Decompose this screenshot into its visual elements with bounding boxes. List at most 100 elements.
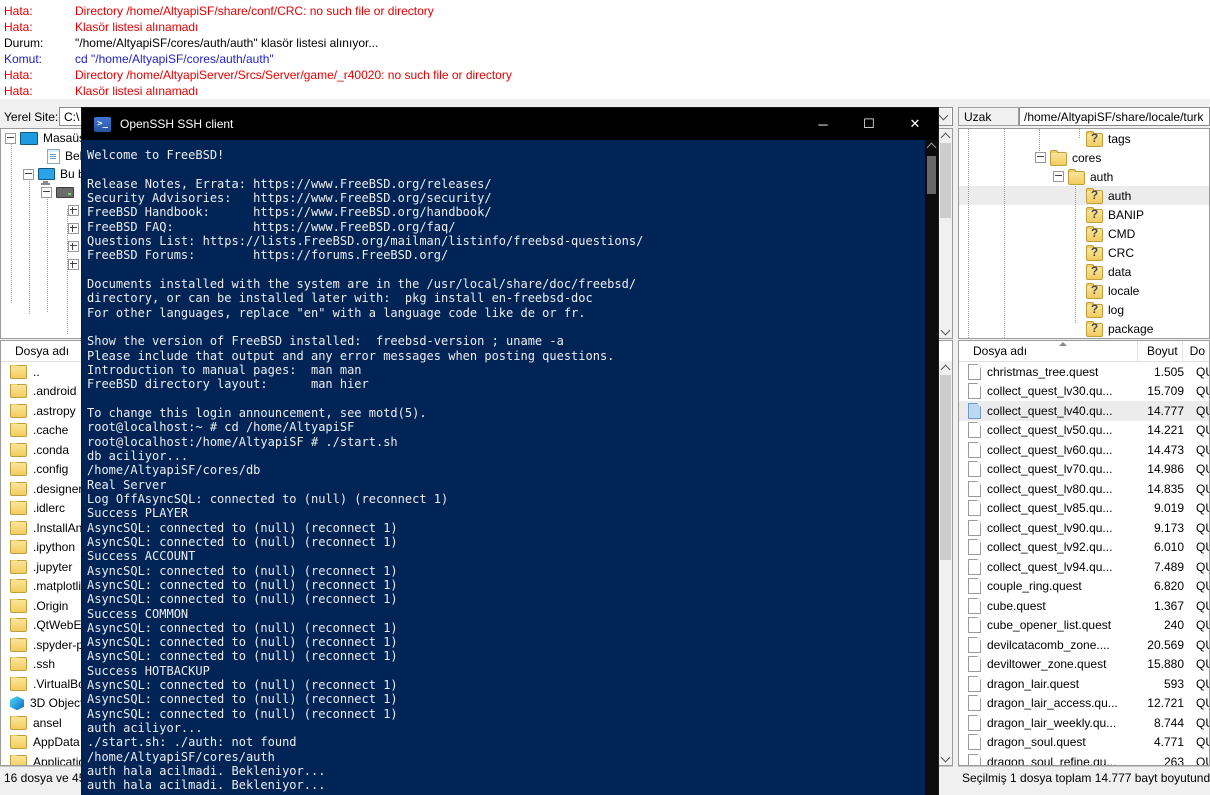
scrollbar-thumb[interactable] [940,143,951,218]
scroll-up-button[interactable] [939,361,952,374]
tree-expander[interactable] [68,240,79,252]
maximize-button[interactable]: ☐ [846,108,892,140]
local-site-dropdown-button[interactable] [936,109,951,125]
file-name: christmas_tree.quest [987,364,1099,379]
terminal-line: /home/AltyapiSF/cores/auth [87,749,275,764]
tree-item-icon [20,131,38,145]
tree-item[interactable]: log [959,300,1209,319]
file-row[interactable]: collect_quest_lv30.qu... 15.709 QU [959,382,1209,402]
local-list-scrollbar[interactable] [938,361,952,765]
file-row[interactable]: dragon_lair_weekly.qu... 8.744 QU [959,713,1209,733]
tree-expander[interactable] [5,132,16,144]
file-row[interactable]: collect_quest_lv80.qu... 14.835 QU [959,479,1209,499]
terminal-window: >_ OpenSSH SSH client ─ ☐ ✕ Welcome to F… [82,108,938,795]
tree-item[interactable]: auth [959,167,1209,186]
file-row[interactable]: collect_quest_lv92.qu... 6.010 QU [959,538,1209,558]
scroll-down-button[interactable] [939,752,952,765]
tree-expander[interactable] [23,168,34,180]
file-type: QU [1196,442,1209,457]
remote-site-combobox[interactable]: /home/AltyapiSF/share/locale/turk [1019,107,1210,126]
tree-item[interactable]: data [959,262,1209,281]
chevron-down-icon [940,752,951,762]
file-row[interactable]: dragon_lair_access.qu... 12.721 QU [959,694,1209,714]
close-button[interactable]: ✕ [892,108,938,140]
local-tree-scrollbar[interactable] [938,129,952,338]
tree-expander[interactable] [1053,171,1064,182]
file-row[interactable]: dragon_lair.quest 593 QU [959,674,1209,694]
file-row[interactable]: collect_quest_lv94.qu... 7.489 QU [959,557,1209,577]
file-row[interactable]: cube_opener_list.quest 240 QU [959,616,1209,636]
scroll-down-button[interactable] [939,325,952,338]
file-name: dragon_soul.quest [987,735,1086,750]
file-name: dragon_lair_access.qu... [987,696,1118,711]
file-type: QU [1196,462,1209,477]
tree-guide [11,138,12,303]
tree-item[interactable]: auth [959,186,1209,205]
terminal-output[interactable]: Welcome to FreeBSD! Release Notes, Errat… [82,140,925,795]
scrollbar-thumb[interactable] [927,156,936,194]
log-row: Komut: cd "/home/AltyapiSF/cores/auth/au… [0,51,1210,67]
tree-item[interactable]: CRC [959,243,1209,262]
file-row[interactable]: collect_quest_lv70.qu... 14.986 QU [959,460,1209,480]
terminal-scrollbar[interactable] [925,140,938,795]
log-row: Durum: "/home/AltyapiSF/cores/auth/auth"… [0,35,1210,51]
file-icon [10,520,27,535]
tree-item[interactable]: package [959,319,1209,338]
file-size: 9.019 [1153,501,1184,516]
tree-expander[interactable] [41,186,52,198]
column-header-type[interactable]: Do [1183,341,1209,361]
file-row[interactable]: cube.quest 1.367 QU [959,596,1209,616]
file-row[interactable]: collect_quest_lv40.qu... 14.777 QU [959,401,1209,421]
file-icon [10,403,27,418]
tree-item-icon [1086,263,1103,280]
file-row[interactable]: couple_ring.quest 6.820 QU [959,577,1209,597]
file-name: collect_quest_lv30.qu... [987,384,1113,399]
tree-item[interactable]: locale [959,281,1209,300]
column-header-size[interactable]: Boyut [1138,341,1183,361]
file-type: QU [1196,676,1209,691]
log-row-message: "/home/AltyapiSF/cores/auth/auth" klasör… [75,36,379,50]
tree-expander[interactable] [68,204,79,216]
log-row-message: Klasör listesi alınamadı [75,84,199,98]
tree-item[interactable]: BANIP [959,205,1209,224]
tree-item[interactable]: cores [959,148,1209,167]
file-row[interactable]: collect_quest_lv90.qu... 9.173 QU [959,518,1209,538]
terminal-line: Documents installed with the system are … [87,276,637,291]
terminal-line: root@localhost:~ # cd /home/AltyapiSF [87,420,355,435]
terminal-line: AsyncSQL: connected to (null) (reconnect… [87,577,398,592]
file-name: collect_quest_lv85.qu... [987,501,1113,516]
file-row[interactable]: collect_quest_lv50.qu... 14.221 QU [959,421,1209,441]
minimize-button[interactable]: ─ [800,108,846,140]
file-row[interactable]: collect_quest_lv60.qu... 14.473 QU [959,440,1209,460]
file-row[interactable]: dragon_soul.quest 4.771 QU [959,733,1209,753]
column-header-name[interactable]: Dosya adı [959,341,1138,361]
file-row[interactable]: deviltower_zone.quest 15.880 QU [959,655,1209,675]
file-icon [968,753,981,765]
file-icon [10,501,27,516]
scrollbar-thumb[interactable] [940,375,951,560]
file-icon [10,676,27,691]
tree-item-icon [56,186,74,198]
terminal-line: AsyncSQL: connected to (null) (reconnect… [87,520,398,535]
tree-expander[interactable] [1035,152,1046,163]
tree-expander[interactable] [68,222,79,234]
file-row[interactable]: dragon_soul_refine.qu... 263 QU [959,752,1209,765]
file-name: .android [33,384,77,399]
tree-item[interactable]: tags [959,129,1209,148]
terminal-line: /home/AltyapiSF/cores/db [87,463,261,478]
tree-expander[interactable] [68,258,79,270]
tree-item-icon [1086,206,1103,223]
file-type: QU [1196,520,1209,535]
file-row[interactable]: christmas_tree.quest 1.505 QU [959,362,1209,382]
terminal-line: Success ACCOUNT [87,549,196,564]
terminal-line: Success HOTBACKUP [87,663,210,678]
file-row[interactable]: devilcatacomb_zone.... 20.569 QU [959,635,1209,655]
tree-item-icon [1086,187,1103,204]
file-type: QU [1196,540,1209,555]
tree-item[interactable]: CMD [959,224,1209,243]
file-row[interactable]: collect_quest_lv85.qu... 9.019 QU [959,499,1209,519]
terminal-line: FreeBSD Handbook: https://www.FreeBSD.or… [87,205,492,220]
remote-site-row: Uzak Site: /home/AltyapiSF/share/locale/… [958,107,1210,143]
scroll-up-button[interactable] [939,129,952,142]
terminal-title-bar[interactable]: >_ OpenSSH SSH client ─ ☐ ✕ [82,108,938,140]
